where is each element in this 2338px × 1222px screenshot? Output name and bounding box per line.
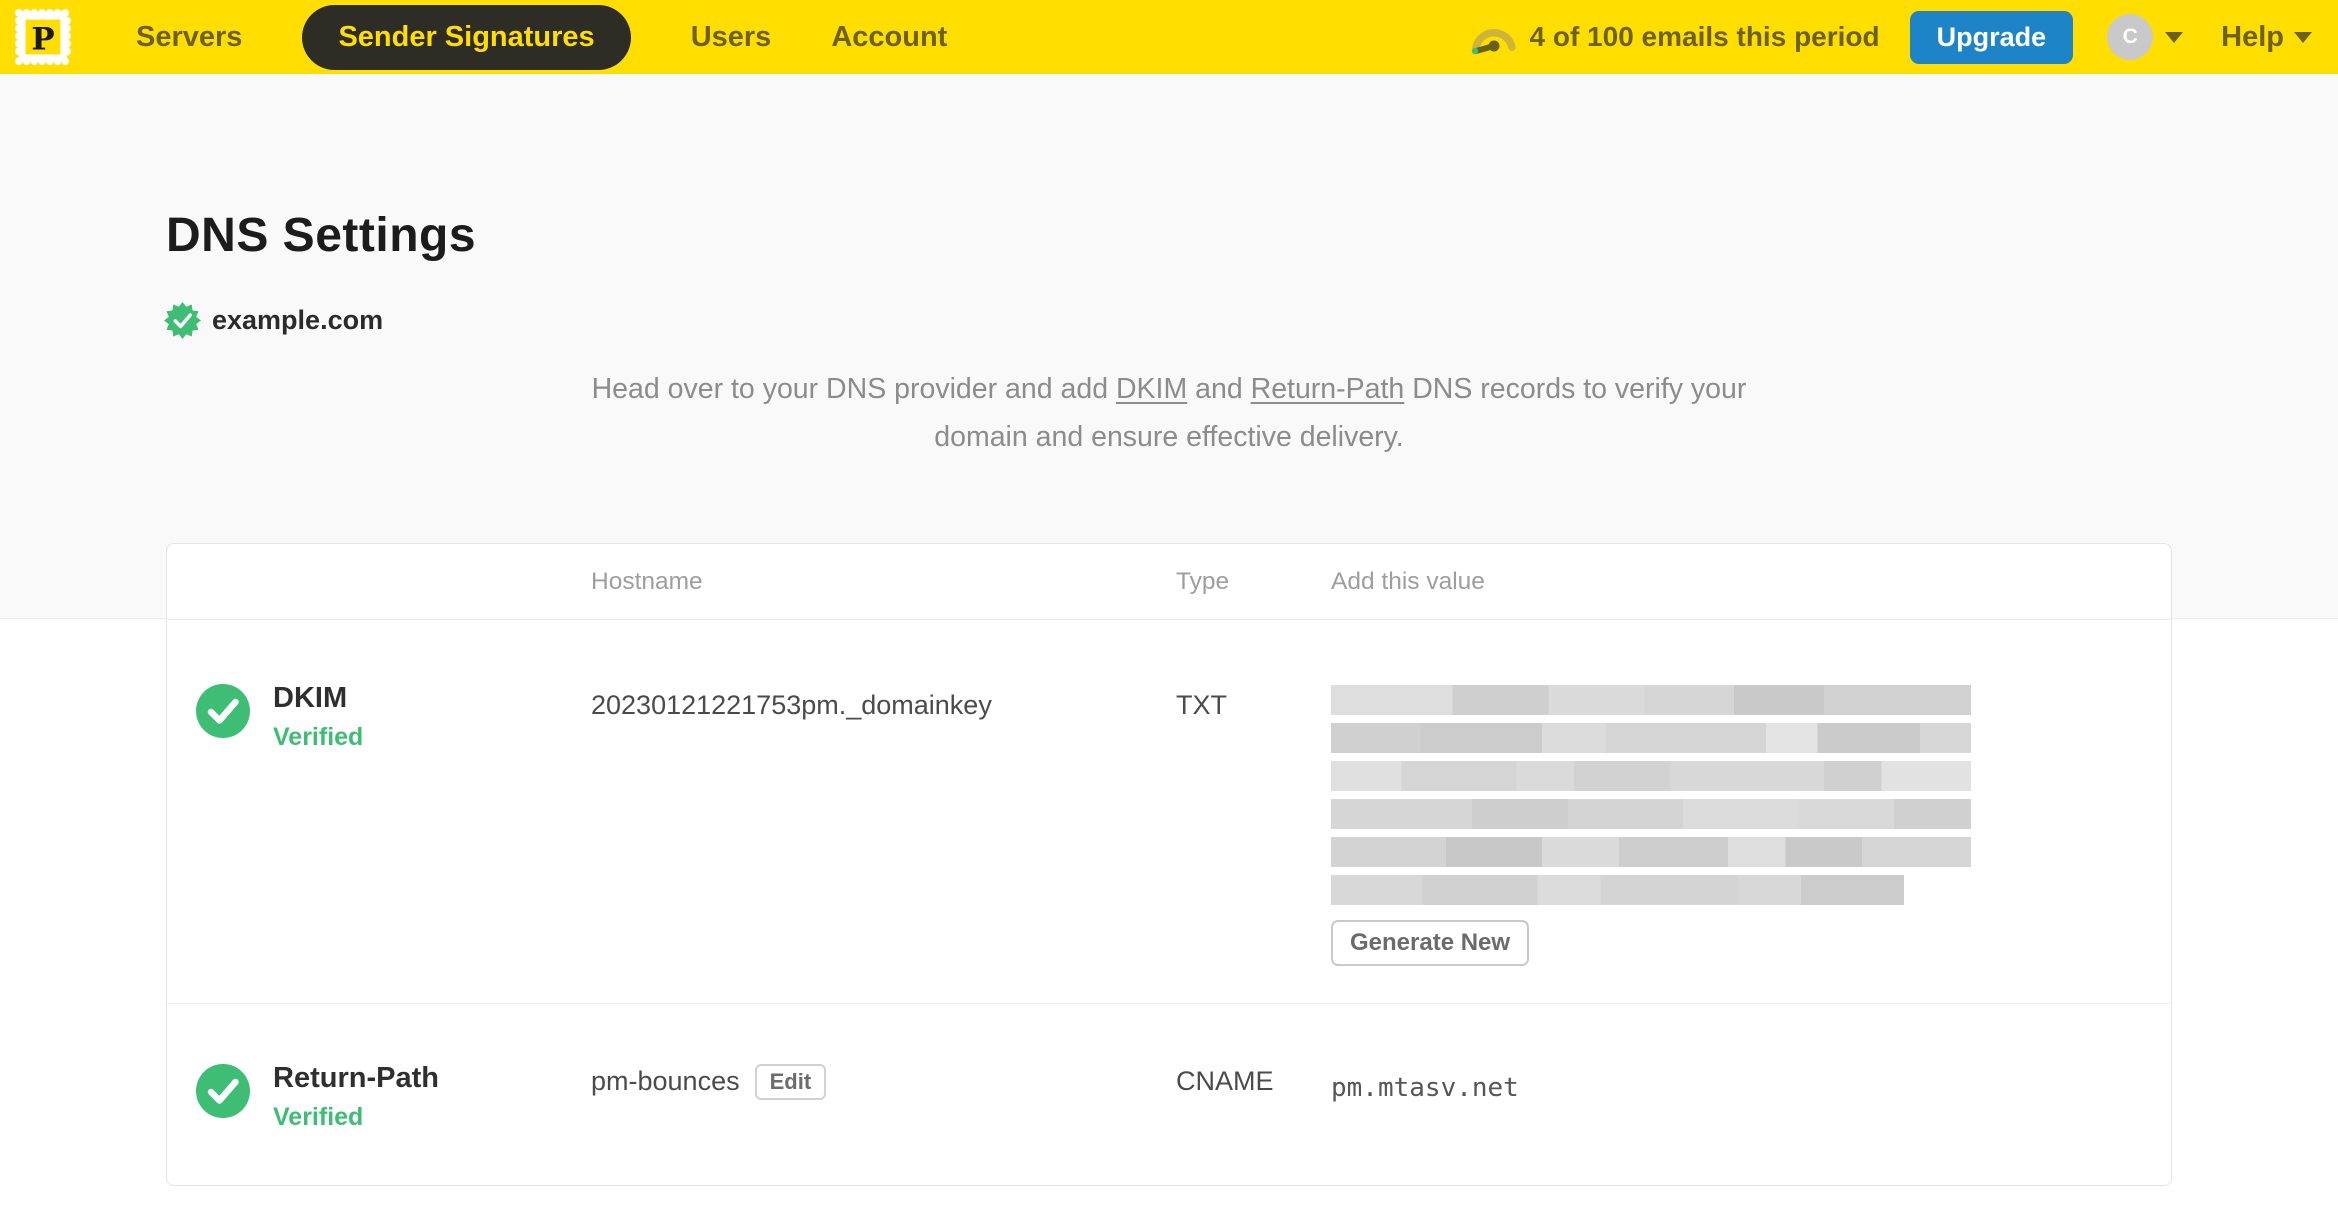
verified-check-icon — [196, 684, 250, 738]
help-label: Help — [2221, 20, 2284, 53]
edit-button[interactable]: Edit — [754, 1064, 827, 1100]
page-title: DNS Settings — [166, 209, 477, 262]
main-nav: Servers Sender Signatures Users Account — [136, 4, 947, 70]
upgrade-button[interactable]: Upgrade — [1909, 10, 2074, 64]
postmark-logo[interactable]: P — [14, 8, 72, 66]
instructions-prefix: Head over to your DNS provider and add — [591, 373, 1116, 405]
redacted-line — [1331, 723, 1971, 753]
redacted-dns-value — [1331, 685, 2171, 905]
help-menu[interactable]: Help — [2221, 21, 2312, 54]
record-type: TXT — [1176, 690, 1227, 720]
table-header-row: Hostname Type Add this value — [167, 544, 2171, 620]
column-header-value: Add this value — [1331, 567, 1485, 595]
dkim-link[interactable]: DKIM — [1116, 373, 1187, 405]
domain-row: example.com — [164, 302, 383, 339]
record-value: pm.mtasv.net — [1331, 1073, 1519, 1103]
verified-seal-icon — [164, 302, 201, 339]
dns-records-table: Hostname Type Add this value DKIM Verifi… — [166, 543, 2172, 1186]
record-name: Return-Path — [273, 1062, 439, 1094]
instructions-conjunction: and — [1187, 373, 1251, 405]
account-menu[interactable]: C — [2107, 14, 2184, 60]
logo-letter: P — [31, 22, 54, 58]
postmark-stamp-icon: P — [14, 8, 72, 66]
nav-item-sender-signatures[interactable]: Sender Signatures — [302, 4, 631, 70]
record-name: DKIM — [273, 682, 348, 714]
chevron-down-icon — [2294, 31, 2312, 43]
generate-new-button[interactable]: Generate New — [1331, 920, 1530, 966]
domain-name: example.com — [212, 305, 384, 335]
record-type: CNAME — [1176, 1066, 1274, 1096]
redacted-line — [1331, 799, 1971, 829]
chevron-down-icon — [2165, 31, 2184, 43]
record-hostname: 20230121221753pm._domainkey — [591, 690, 992, 720]
instructions: Head over to your DNS provider and add D… — [0, 366, 2338, 462]
return-path-link[interactable]: Return-Path — [1251, 373, 1405, 405]
redacted-line — [1331, 761, 1971, 791]
nav-item-users[interactable]: Users — [691, 21, 772, 54]
redacted-line — [1331, 875, 1904, 905]
avatar: C — [2107, 14, 2154, 60]
column-header-hostname: Hostname — [591, 567, 703, 595]
record-hostname: pm-bounces — [591, 1066, 740, 1096]
record-status: Verified — [273, 1103, 364, 1131]
nav-item-servers[interactable]: Servers — [136, 21, 242, 54]
top-navbar: P Servers Sender Signatures Users Accoun… — [0, 0, 2338, 74]
usage-text: 4 of 100 emails this period — [1529, 21, 1880, 52]
table-row-return-path: Return-Path Verified pm-bounces Edit CNA… — [167, 1004, 2171, 1185]
gauge-icon — [1471, 29, 1516, 55]
column-header-type: Type — [1176, 567, 1230, 595]
nav-item-account[interactable]: Account — [831, 21, 947, 54]
page-header-section: DNS Settings example.com Head over to yo… — [0, 74, 2338, 619]
table-row-dkim: DKIM Verified 20230121221753pm._domainke… — [167, 620, 2171, 1004]
redacted-line — [1331, 685, 1971, 715]
usage-meter[interactable]: 4 of 100 emails this period — [1470, 19, 1880, 55]
redacted-line — [1331, 837, 1971, 867]
nav-right-group: 4 of 100 emails this period Upgrade C He… — [1470, 10, 2312, 64]
record-status: Verified — [273, 723, 364, 751]
verified-check-icon — [196, 1064, 250, 1118]
